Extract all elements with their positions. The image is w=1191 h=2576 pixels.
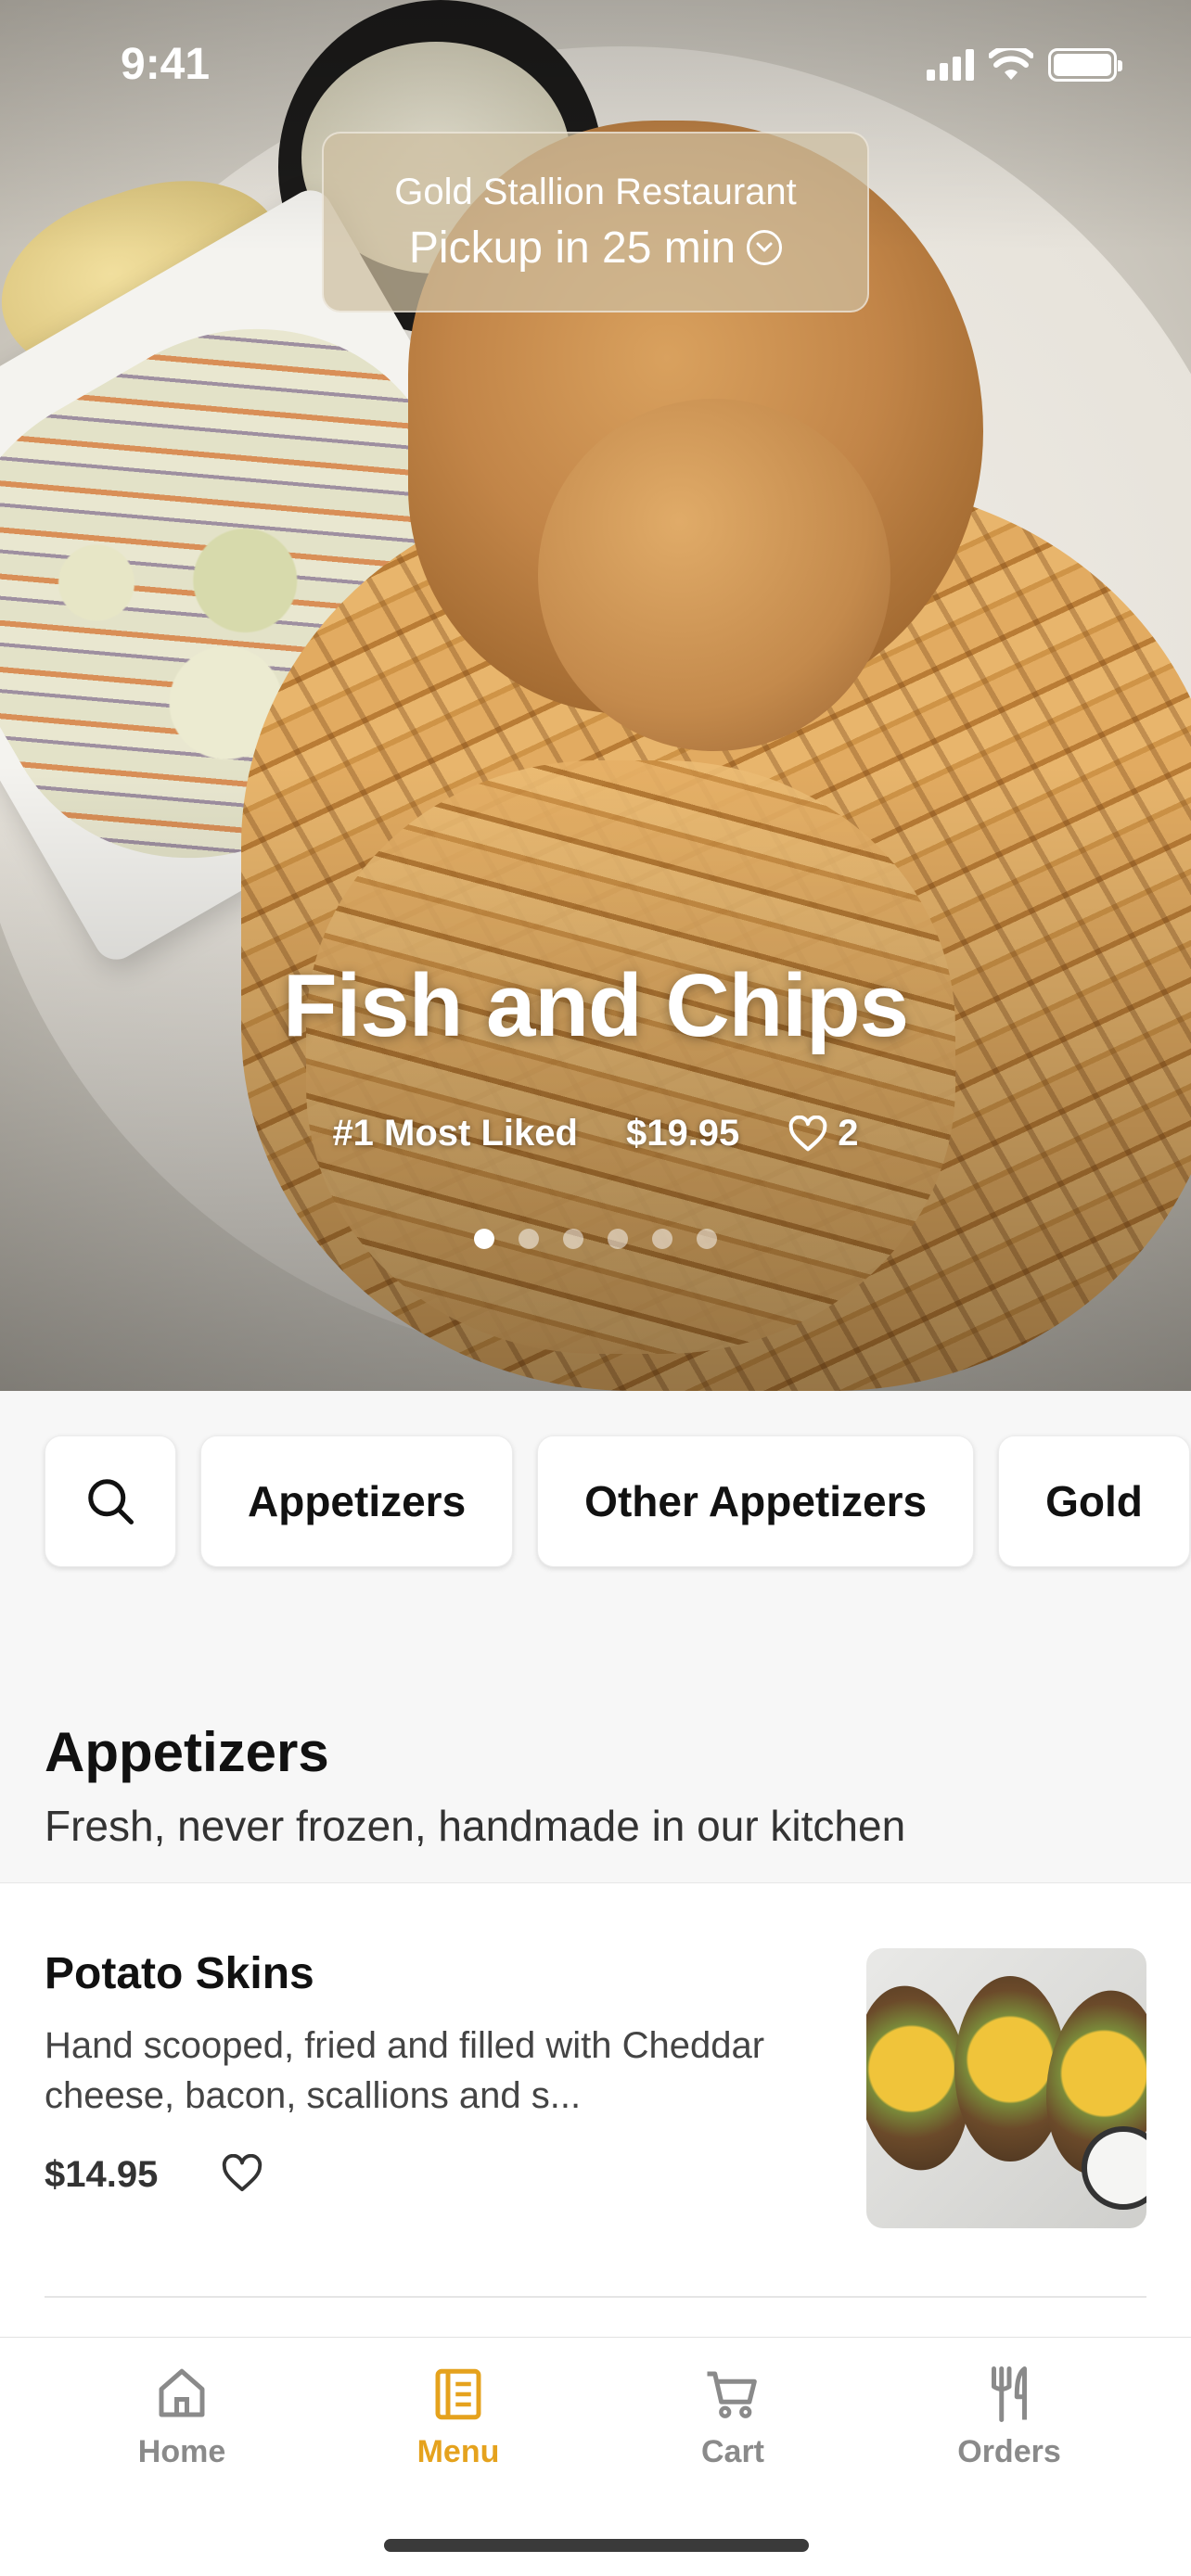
pickup-time: Pickup in 25 min	[408, 223, 783, 274]
menu-item-name: Potato Skins	[45, 1949, 314, 1998]
wifi-icon	[989, 48, 1033, 80]
category-bar: Appetizers Other Appetizers Gold	[45, 1435, 1190, 1567]
featured-item-title: Fish and Chips	[282, 956, 909, 1055]
featured-likes[interactable]: 2	[788, 1113, 859, 1154]
home-indicator[interactable]	[384, 2539, 809, 2552]
likes-count: 2	[838, 1113, 859, 1154]
tab-orders[interactable]: Orders	[898, 2364, 1121, 2470]
menu-item-price: $14.95	[45, 2154, 159, 2195]
carousel-indicator	[0, 1229, 1191, 1249]
heart-icon	[788, 1115, 827, 1151]
heart-icon[interactable]	[221, 2154, 263, 2193]
pickup-time-label: Pickup in 25 min	[408, 223, 736, 273]
search-icon	[88, 1479, 134, 1524]
menu-list: Potato Skins Hand scooped, fried and fil…	[0, 1882, 1191, 2337]
carousel-dot[interactable]	[608, 1229, 628, 1249]
tab-label: Cart	[700, 2434, 765, 2469]
fork-knife-icon	[992, 2366, 1027, 2422]
section-subtitle: Fresh, never frozen, handmade in our kit…	[45, 1802, 906, 1850]
pickup-selector[interactable]: Gold Stallion Restaurant Pickup in 25 mi…	[322, 132, 869, 312]
carousel-dot[interactable]	[697, 1229, 717, 1249]
search-button[interactable]	[45, 1435, 176, 1567]
tab-label: Orders	[957, 2434, 1061, 2469]
status-time: 9:41	[121, 40, 211, 89]
carousel-dot[interactable]	[652, 1229, 672, 1249]
cart-icon	[707, 2371, 757, 2418]
menu-item[interactable]: Potato Skins Hand scooped, fried and fil…	[45, 1948, 1146, 2254]
tab-home[interactable]: Home	[70, 2364, 293, 2470]
menu-icon	[435, 2368, 481, 2420]
category-chip-appetizers[interactable]: Appetizers	[200, 1435, 514, 1567]
divider	[45, 2296, 1146, 2298]
home-icon	[159, 2368, 205, 2417]
carousel-dot[interactable]	[563, 1229, 583, 1249]
carousel-dot[interactable]	[519, 1229, 539, 1249]
status-bar: 9:41	[0, 0, 1191, 130]
status-icons	[927, 48, 1122, 82]
category-chip-other-appetizers[interactable]: Other Appetizers	[537, 1435, 975, 1567]
featured-price: $19.95	[625, 1113, 740, 1154]
tab-label: Menu	[416, 2434, 500, 2469]
tab-menu[interactable]: Menu	[347, 2364, 570, 2470]
restaurant-name: Gold Stallion Restaurant	[394, 171, 797, 212]
cellular-signal-icon	[927, 49, 974, 81]
featured-item-meta: #1 Most Liked $19.95 2	[0, 1113, 1191, 1154]
tab-label: Home	[137, 2434, 226, 2469]
battery-icon	[1048, 48, 1122, 82]
tab-cart[interactable]: Cart	[621, 2364, 844, 2470]
carousel-dot[interactable]	[474, 1229, 494, 1249]
menu-item-photo	[866, 1948, 1146, 2228]
category-chip-gold[interactable]: Gold	[998, 1435, 1190, 1567]
featured-badge: #1 Most Liked	[332, 1113, 578, 1154]
menu-item-description: Hand scooped, fried and filled with Ched…	[45, 2025, 765, 2116]
chevron-down-icon	[747, 230, 783, 265]
section-title: Appetizers	[45, 1721, 329, 1783]
